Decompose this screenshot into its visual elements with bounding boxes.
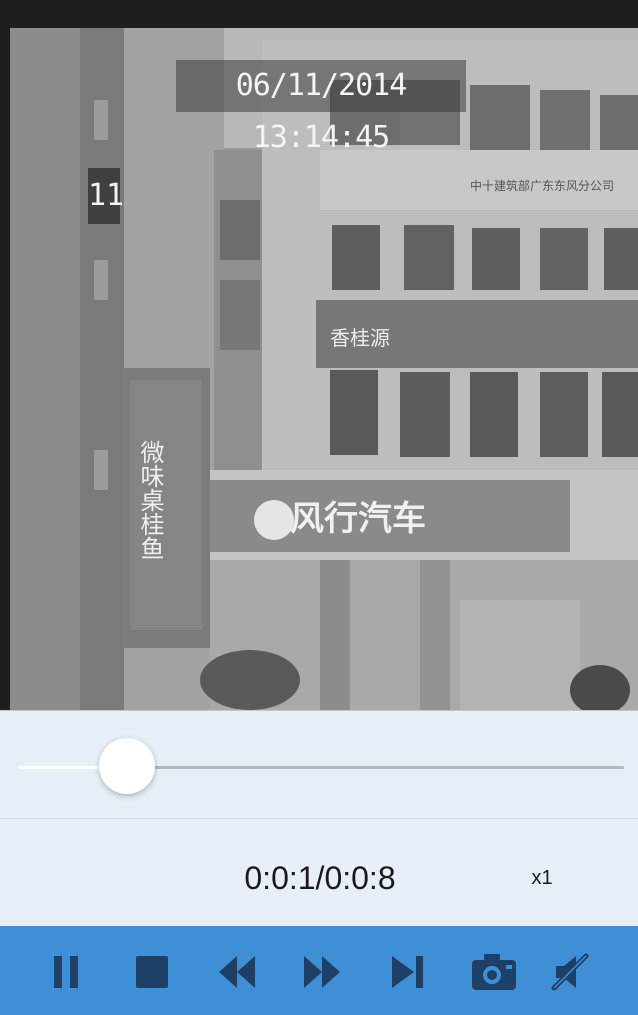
stop-icon [136,956,168,988]
fast-forward-button[interactable] [292,944,352,1000]
playback-toolbar [0,926,638,1015]
osd-channel-number: 11 [88,168,124,224]
rewind-button[interactable] [207,944,267,1000]
brand-sign-text: 风行汽车 [290,499,426,539]
mute-button[interactable] [542,944,602,1000]
banner-top-text: 中十建筑部广东东风分公司 [470,178,614,193]
pause-icon [54,956,78,988]
rewind-icon [219,956,255,988]
stop-button[interactable] [122,944,182,1000]
playback-time: 0:0:1/0:0:8 [244,860,396,896]
mute-icon [551,953,589,991]
osd-timestamp: 06/11/2014 13:14:45 [176,60,466,155]
step-forward-icon [392,956,423,988]
pause-button[interactable] [36,944,96,1000]
fast-forward-icon [304,956,340,988]
seek-bar-panel [0,710,638,819]
playback-info-row: 0:0:1/0:0:8 x1 [0,818,638,927]
video-frame: 风行汽车 香桂源 中十建筑部广东东风分公司 微味桌桂鱼 06/11/2014 1… [0,0,638,710]
step-forward-button[interactable] [378,944,438,1000]
banner-sign-text: 香桂源 [330,326,390,350]
vertical-sign-text: 微味桌桂鱼 [136,440,164,560]
playback-speed-button[interactable]: x1 [512,819,572,927]
seek-thumb[interactable] [99,738,156,794]
camera-icon [472,954,516,990]
snapshot-button[interactable] [464,944,524,1000]
